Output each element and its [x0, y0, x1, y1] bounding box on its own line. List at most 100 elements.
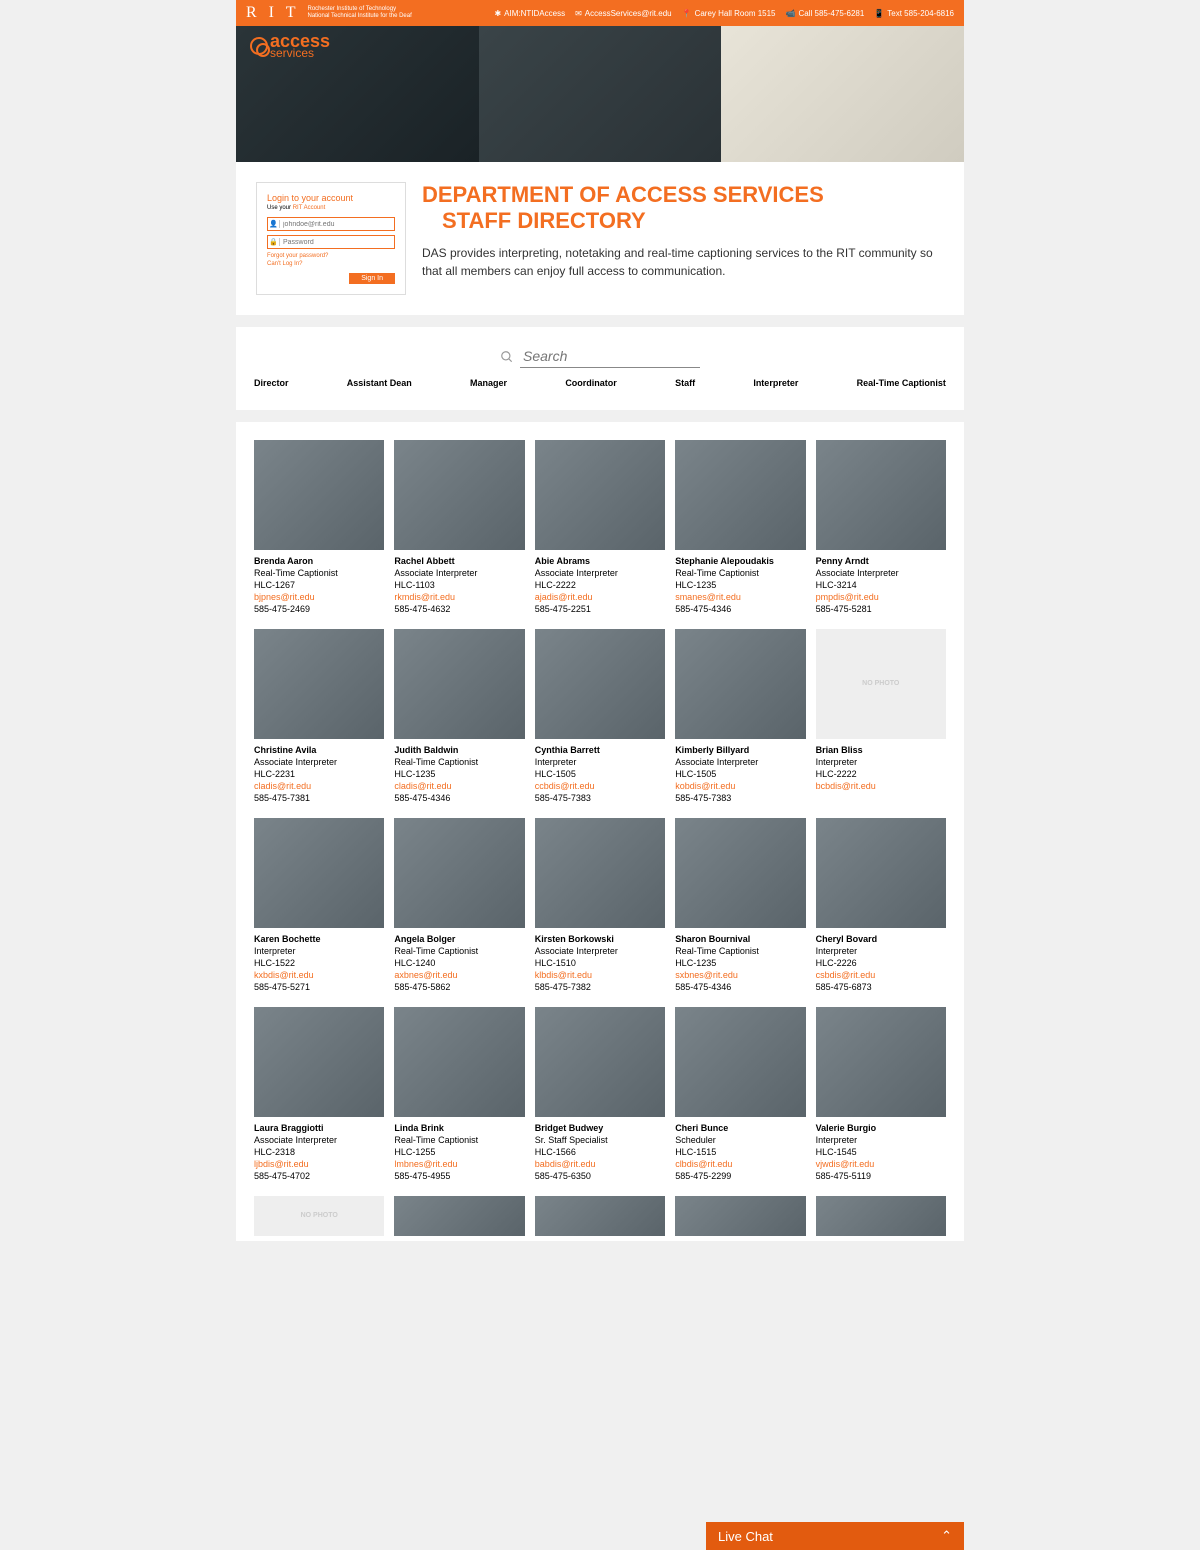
- staff-role: Interpreter: [816, 945, 946, 957]
- topbar-phone[interactable]: 📱Text 585-204-6816: [874, 9, 954, 18]
- staff-card: Christine AvilaAssociate InterpreterHLC-…: [254, 629, 384, 804]
- topbar-cam[interactable]: 📹Call 585-475-6281: [786, 9, 865, 18]
- forgot-password-link[interactable]: Forgot your password?: [267, 253, 395, 259]
- staff-card: Kimberly BillyardAssociate InterpreterHL…: [675, 629, 805, 804]
- staff-card: Penny ArndtAssociate InterpreterHLC-3214…: [816, 440, 946, 615]
- sign-in-button[interactable]: Sign In: [349, 273, 395, 284]
- staff-role: Real-Time Captionist: [675, 567, 805, 579]
- staff-room: HLC-1545: [816, 1146, 946, 1158]
- staff-room: HLC-1255: [394, 1146, 524, 1158]
- filter-real-time-captionist[interactable]: Real-Time Captionist: [857, 378, 946, 388]
- staff-phone: 585-475-6873: [816, 981, 946, 993]
- staff-role: Sr. Staff Specialist: [535, 1134, 665, 1146]
- filter-manager[interactable]: Manager: [470, 378, 507, 388]
- staff-email[interactable]: sxbnes@rit.edu: [675, 969, 805, 981]
- staff-email[interactable]: kxbdis@rit.edu: [254, 969, 384, 981]
- staff-phone: 585-475-7382: [535, 981, 665, 993]
- staff-room: HLC-2231: [254, 768, 384, 780]
- staff-photo: [254, 1007, 384, 1117]
- staff-email[interactable]: bjpnes@rit.edu: [254, 591, 384, 603]
- staff-card: Kirsten BorkowskiAssociate InterpreterHL…: [535, 818, 665, 993]
- search-input[interactable]: [520, 345, 700, 368]
- staff-photo: [394, 818, 524, 928]
- staff-phone: 585-475-4346: [675, 981, 805, 993]
- staff-email[interactable]: vjwdis@rit.edu: [816, 1158, 946, 1170]
- staff-phone: 585-475-4346: [675, 603, 805, 615]
- filter-assistant-dean[interactable]: Assistant Dean: [347, 378, 412, 388]
- pin-icon: 📍: [682, 9, 692, 18]
- staff-email[interactable]: ajadis@rit.edu: [535, 591, 665, 603]
- staff-room: HLC-1240: [394, 957, 524, 969]
- staff-email[interactable]: lmbnes@rit.edu: [394, 1158, 524, 1170]
- staff-card: NO PHOTO: [254, 1196, 384, 1241]
- access-services-logo: access services: [250, 34, 330, 58]
- staff-email[interactable]: csbdis@rit.edu: [816, 969, 946, 981]
- staff-photo: [394, 1007, 524, 1117]
- staff-card: NO PHOTOBrian BlissInterpreterHLC-2222bc…: [816, 629, 946, 804]
- staff-email[interactable]: pmpdis@rit.edu: [816, 591, 946, 603]
- staff-phone: 585-475-4702: [254, 1170, 384, 1182]
- staff-email[interactable]: klbdis@rit.edu: [535, 969, 665, 981]
- staff-photo: [394, 1196, 524, 1236]
- staff-card: Brenda AaronReal-Time CaptionistHLC-1267…: [254, 440, 384, 615]
- staff-card: Valerie BurgioInterpreterHLC-1545vjwdis@…: [816, 1007, 946, 1182]
- staff-phone: 585-475-5281: [816, 603, 946, 615]
- rit-account-link[interactable]: RIT Account: [293, 205, 326, 211]
- staff-email[interactable]: axbnes@rit.edu: [394, 969, 524, 981]
- staff-name: Bridget Budwey: [535, 1122, 665, 1134]
- staff-name: Christine Avila: [254, 744, 384, 756]
- staff-phone: 585-475-7383: [535, 792, 665, 804]
- staff-card: [816, 1196, 946, 1241]
- staff-name: Kirsten Borkowski: [535, 933, 665, 945]
- staff-email[interactable]: babdis@rit.edu: [535, 1158, 665, 1170]
- filter-interpreter[interactable]: Interpreter: [753, 378, 798, 388]
- staff-role: Associate Interpreter: [394, 567, 524, 579]
- staff-email[interactable]: ljbdis@rit.edu: [254, 1158, 384, 1170]
- staff-room: HLC-1235: [675, 579, 805, 591]
- staff-card: Laura BraggiottiAssociate InterpreterHLC…: [254, 1007, 384, 1182]
- staff-name: Valerie Burgio: [816, 1122, 946, 1134]
- staff-room: HLC-1235: [394, 768, 524, 780]
- staff-name: Sharon Bournival: [675, 933, 805, 945]
- staff-email[interactable]: cladis@rit.edu: [254, 780, 384, 792]
- staff-phone: 585-475-7381: [254, 792, 384, 804]
- staff-card: Stephanie AlepoudakisReal-Time Captionis…: [675, 440, 805, 615]
- username-input[interactable]: [280, 218, 394, 230]
- staff-role: Real-Time Captionist: [675, 945, 805, 957]
- staff-role: Interpreter: [816, 1134, 946, 1146]
- staff-card: Karen BochetteInterpreterHLC-1522kxbdis@…: [254, 818, 384, 993]
- staff-photo: [675, 629, 805, 739]
- staff-email[interactable]: rkmdis@rit.edu: [394, 591, 524, 603]
- topbar-pin[interactable]: 📍Carey Hall Room 1515: [682, 9, 776, 18]
- staff-card: Angela BolgerReal-Time CaptionistHLC-124…: [394, 818, 524, 993]
- cant-login-link[interactable]: Can't Log In?: [267, 261, 395, 267]
- staff-email[interactable]: smanes@rit.edu: [675, 591, 805, 603]
- staff-role: Interpreter: [254, 945, 384, 957]
- topbar-aim[interactable]: ✱AIM:NTIDAccess: [494, 9, 565, 18]
- staff-card: Abie AbramsAssociate InterpreterHLC-2222…: [535, 440, 665, 615]
- staff-photo: [254, 629, 384, 739]
- staff-room: HLC-2318: [254, 1146, 384, 1158]
- staff-name: Cheryl Bovard: [816, 933, 946, 945]
- staff-room: HLC-1267: [254, 579, 384, 591]
- staff-role: Real-Time Captionist: [394, 945, 524, 957]
- staff-email[interactable]: clbdis@rit.edu: [675, 1158, 805, 1170]
- topbar-mail[interactable]: ✉AccessServices@rit.edu: [575, 9, 672, 18]
- staff-room: HLC-1515: [675, 1146, 805, 1158]
- filter-staff[interactable]: Staff: [675, 378, 695, 388]
- staff-email[interactable]: bcbdis@rit.edu: [816, 780, 946, 792]
- staff-email[interactable]: ccbdis@rit.edu: [535, 780, 665, 792]
- staff-card: Sharon BournivalReal-Time CaptionistHLC-…: [675, 818, 805, 993]
- filter-coordinator[interactable]: Coordinator: [565, 378, 617, 388]
- staff-phone: 585-475-5119: [816, 1170, 946, 1182]
- password-input[interactable]: [280, 236, 394, 248]
- staff-name: Stephanie Alepoudakis: [675, 555, 805, 567]
- staff-phone: 585-475-5271: [254, 981, 384, 993]
- staff-email[interactable]: cladis@rit.edu: [394, 780, 524, 792]
- staff-role: Associate Interpreter: [254, 1134, 384, 1146]
- filter-director[interactable]: Director: [254, 378, 289, 388]
- live-chat-bar[interactable]: Live Chat ⌃: [706, 1522, 964, 1550]
- staff-photo: [535, 1196, 665, 1236]
- mail-icon: ✉: [575, 9, 582, 18]
- staff-email[interactable]: kobdis@rit.edu: [675, 780, 805, 792]
